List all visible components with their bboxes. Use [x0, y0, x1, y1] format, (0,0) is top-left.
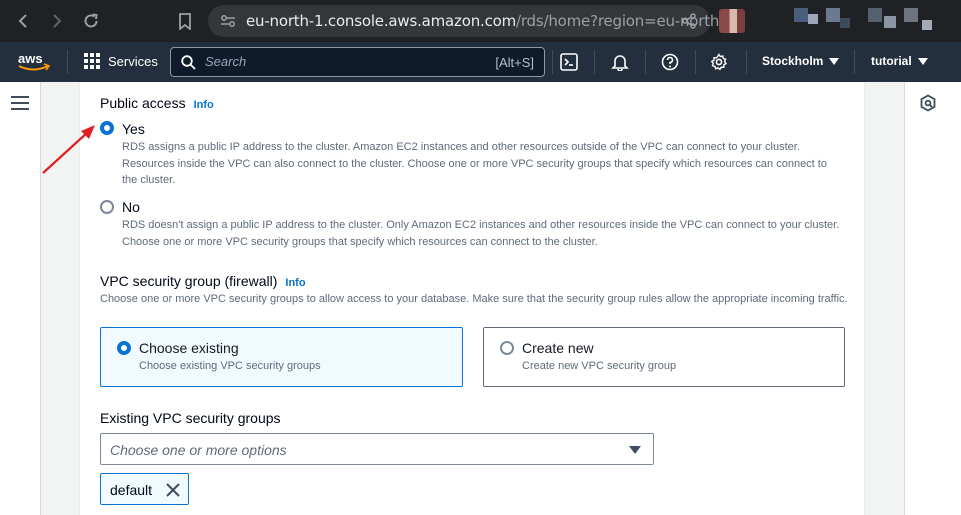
nav-divider — [552, 50, 553, 74]
bookmark-icon[interactable] — [174, 10, 196, 32]
side-navigation-rail — [0, 82, 41, 515]
blurred-extension-icon — [922, 20, 932, 30]
services-menu-button[interactable]: Services — [84, 53, 158, 69]
account-label: tutorial — [871, 54, 912, 68]
public-access-info-link[interactable]: Info — [194, 99, 214, 111]
remove-token-icon[interactable] — [165, 482, 181, 503]
public-access-yes-radio[interactable] — [100, 121, 114, 135]
vpc-security-group-title: VPC security group (firewall) — [100, 273, 278, 289]
blurred-extension-icon[interactable] — [904, 8, 918, 22]
multiselect-placeholder: Choose one or more options — [110, 442, 287, 458]
tools-panel-rail — [904, 82, 961, 515]
public-access-heading: Public access Info — [100, 95, 214, 111]
aws-console-nav: aws Services [Alt+S] — [0, 42, 961, 82]
region-selector[interactable]: Stockholm — [762, 54, 840, 68]
url-text: eu-north-1.console.aws.amazon.com/rds/ho… — [246, 12, 738, 30]
hamburger-menu-icon[interactable] — [11, 96, 29, 115]
create-new-tile[interactable]: Create new Create new VPC security group — [483, 327, 845, 387]
vpc-security-group-info-link[interactable]: Info — [285, 277, 305, 289]
grid-icon — [84, 53, 100, 69]
nav-divider — [645, 50, 646, 74]
caret-down-icon — [629, 446, 641, 454]
caret-down-icon — [829, 57, 840, 65]
token-label: default — [110, 482, 153, 498]
search-input[interactable] — [205, 54, 475, 69]
blurred-extension-icon[interactable] — [826, 8, 840, 22]
public-access-no-description: RDS doesn't assign a public IP address t… — [122, 219, 840, 248]
public-access-yes-label[interactable]: Yes — [122, 121, 145, 137]
existing-groups-heading: Existing VPC security groups — [100, 410, 281, 426]
create-new-label: Create new — [522, 340, 594, 356]
blurred-extension-icon — [884, 16, 896, 28]
blurred-extension-icon[interactable] — [868, 8, 882, 22]
share-icon[interactable] — [681, 13, 697, 34]
vpc-security-group-heading: VPC security group (firewall) Info — [100, 273, 306, 289]
services-label: Services — [108, 53, 158, 69]
blurred-extension-icon[interactable] — [794, 8, 808, 22]
cloudshell-icon[interactable] — [559, 52, 579, 72]
nav-divider — [854, 50, 855, 74]
public-access-title: Public access — [100, 95, 186, 111]
caret-down-icon — [917, 57, 928, 65]
choose-existing-label: Choose existing — [139, 340, 239, 356]
back-icon[interactable] — [12, 10, 34, 32]
search-shortcut-hint: [Alt+S] — [495, 55, 534, 70]
vpc-security-group-description: Choose one or more VPC security groups t… — [100, 293, 848, 305]
choose-existing-description: Choose existing VPC security groups — [139, 360, 321, 372]
selected-group-token: default — [100, 473, 189, 505]
create-new-description: Create new VPC security group — [522, 360, 677, 372]
site-settings-icon[interactable] — [220, 13, 236, 34]
global-search[interactable]: [Alt+S] — [170, 47, 545, 77]
blurred-extension-icon — [840, 18, 850, 28]
forward-icon[interactable] — [46, 10, 68, 32]
create-new-radio[interactable] — [500, 341, 514, 355]
choose-existing-tile[interactable]: Choose existing Choose existing VPC secu… — [100, 327, 463, 387]
nav-divider — [746, 50, 747, 74]
blurred-extension-icon — [808, 14, 818, 24]
help-icon[interactable] — [660, 52, 680, 72]
tools-panel-icon[interactable] — [919, 94, 937, 117]
aws-logo[interactable]: aws — [17, 51, 51, 78]
nav-divider — [594, 50, 595, 74]
url-host: eu-north-1.console.aws.amazon.com — [246, 12, 516, 30]
reload-icon[interactable] — [80, 10, 102, 32]
account-menu[interactable]: tutorial — [871, 54, 928, 68]
annotation-arrow-icon — [42, 125, 95, 174]
public-access-no-label[interactable]: No — [122, 199, 140, 215]
gear-icon[interactable] — [709, 52, 729, 72]
svg-text:aws: aws — [18, 51, 43, 66]
address-bar[interactable]: eu-north-1.console.aws.amazon.com/rds/ho… — [208, 5, 738, 37]
browser-toolbar: eu-north-1.console.aws.amazon.com/rds/ho… — [0, 0, 961, 42]
nav-divider — [695, 50, 696, 74]
choose-existing-radio[interactable] — [117, 341, 131, 355]
profile-avatar[interactable] — [719, 9, 745, 33]
public-access-no-radio[interactable] — [100, 200, 114, 214]
existing-groups-multiselect[interactable]: Choose one or more options — [100, 433, 654, 465]
public-access-yes-description: RDS assigns a public IP address to the c… — [122, 141, 827, 186]
search-icon — [181, 55, 196, 70]
bell-icon[interactable] — [610, 52, 630, 72]
region-label: Stockholm — [762, 54, 824, 68]
nav-divider — [67, 50, 68, 74]
url-path: /rds/home?region=eu-north-... — [516, 12, 739, 30]
